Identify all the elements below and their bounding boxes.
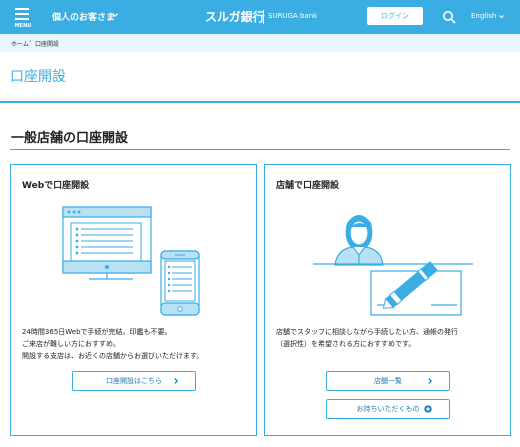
section-divider [10,149,510,150]
chevron-down-icon[interactable] [499,14,504,19]
language-selector[interactable]: English [471,12,496,20]
chevron-right-icon [174,378,179,384]
menu-label: MENU [14,23,32,29]
customer-type-selector[interactable]: 個人のお客さま [52,10,115,23]
logo-divider [263,10,264,24]
plus-circle-icon [424,405,432,413]
page-title: 口座開設 [10,69,66,85]
web-account-card: Webで口座開設 24時間365日Webで手続が完結。印鑑も不要。 ご来店が難し… [10,164,257,436]
logo-jp: スルガ銀行 [205,10,265,24]
card-description: 店舗でスタッフに相談しながら手続したい方、通帳の発行 （選択性）を希望される方に… [276,328,458,348]
open-account-online-button[interactable]: 口座開設はこちら [72,371,196,391]
breadcrumb: ホーム › 口座開設 [0,34,520,52]
card-description: 24時間365日Webで手続が完結。印鑑も不要。 ご来店が難しい方におすすめ。 … [22,328,204,360]
site-header: MENU 個人のお客さま スルガ銀行 SURUGA bank ログイン Engl… [0,0,520,34]
breadcrumb-current: 口座開設 [35,41,60,48]
branch-account-card: 店舗で口座開設 店舗でスタッフに相談しながら手続したい方、通帳の発行 （選択性）… [264,164,511,436]
card-title: 店舗で口座開設 [276,181,340,191]
staff-counter-illustration [313,215,473,316]
section-title: 一般店舗の口座開設 [11,131,129,146]
items-to-bring-button[interactable]: お持ちいただくもの [326,399,450,419]
breadcrumb-home-link[interactable]: ホーム [11,39,29,48]
breadcrumb-separator: › [29,38,32,45]
menu-button[interactable]: MENU [12,6,34,30]
hamburger-icon [15,8,29,10]
title-divider [0,101,520,103]
card-title: Webで口座開設 [22,181,90,191]
login-button[interactable]: ログイン [367,7,423,25]
logo-en: SURUGA bank [268,12,318,20]
search-icon[interactable] [442,10,456,24]
computer-smartphone-illustration [62,206,200,316]
chevron-down-icon[interactable] [112,12,118,18]
branch-list-button[interactable]: 店舗一覧 [326,371,450,391]
chevron-right-icon [428,378,433,384]
